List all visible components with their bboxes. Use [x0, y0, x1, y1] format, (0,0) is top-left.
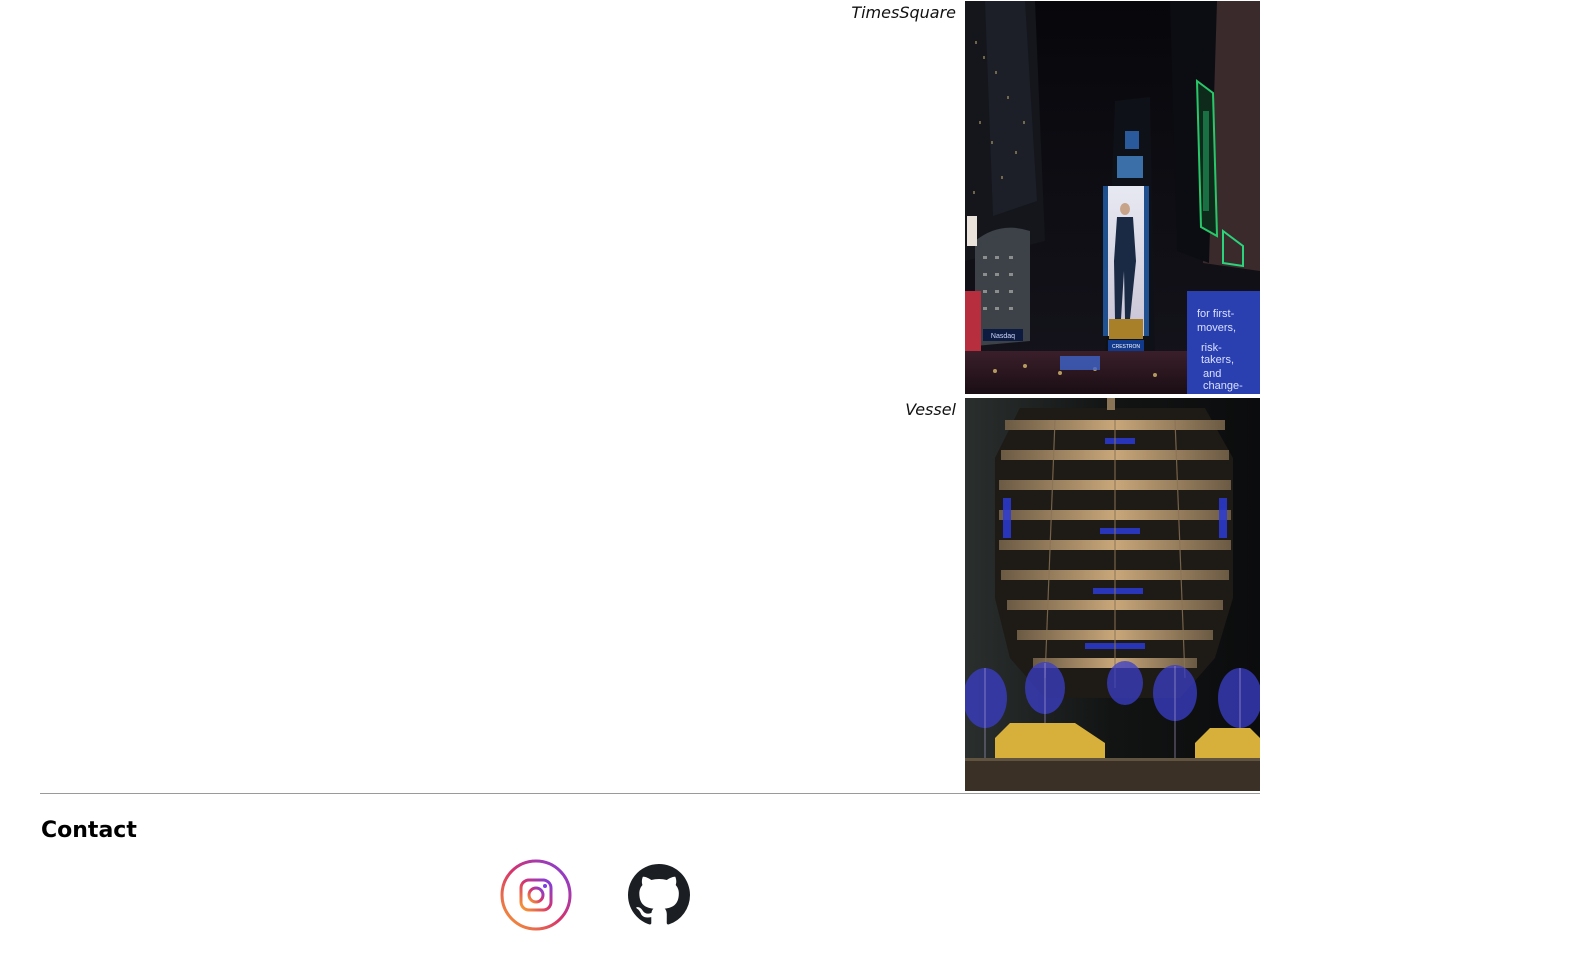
contact-heading: Contact — [41, 818, 137, 843]
vessel-image — [965, 398, 1260, 791]
photo-caption: TimesSquare — [851, 3, 956, 22]
photo-timessquare: CRESTRON Nasdaq for first- movers, risk-… — [965, 1, 1260, 394]
photo-caption: Vessel — [905, 400, 956, 419]
svg-text:change-: change- — [1203, 380, 1243, 392]
section-divider — [40, 793, 1260, 794]
photo-item-vessel: Vessel — [40, 398, 1260, 791]
svg-text:risk-: risk- — [1201, 342, 1222, 354]
timessquare-image: CRESTRON Nasdaq for first- movers, risk-… — [965, 1, 1260, 394]
billboard-nasdaq: Nasdaq — [991, 333, 1015, 340]
billboard-crestron: CRESTRON — [1112, 344, 1140, 350]
svg-text:for first-: for first- — [1197, 308, 1235, 320]
svg-text:takers,: takers, — [1201, 354, 1234, 366]
photo-vessel — [965, 398, 1260, 791]
github-link[interactable] — [628, 864, 690, 926]
svg-text:movers,: movers, — [1197, 322, 1236, 334]
instagram-link[interactable] — [500, 859, 572, 931]
instagram-icon — [500, 859, 572, 931]
github-icon — [628, 864, 690, 925]
photo-gallery: TimesSquare CRESTRON Nasdaq for first- m… — [0, 0, 1594, 792]
photo-item-timessquare: TimesSquare CRESTRON Nasdaq for first- m… — [40, 1, 1260, 394]
svg-text:and: and — [1203, 368, 1221, 380]
